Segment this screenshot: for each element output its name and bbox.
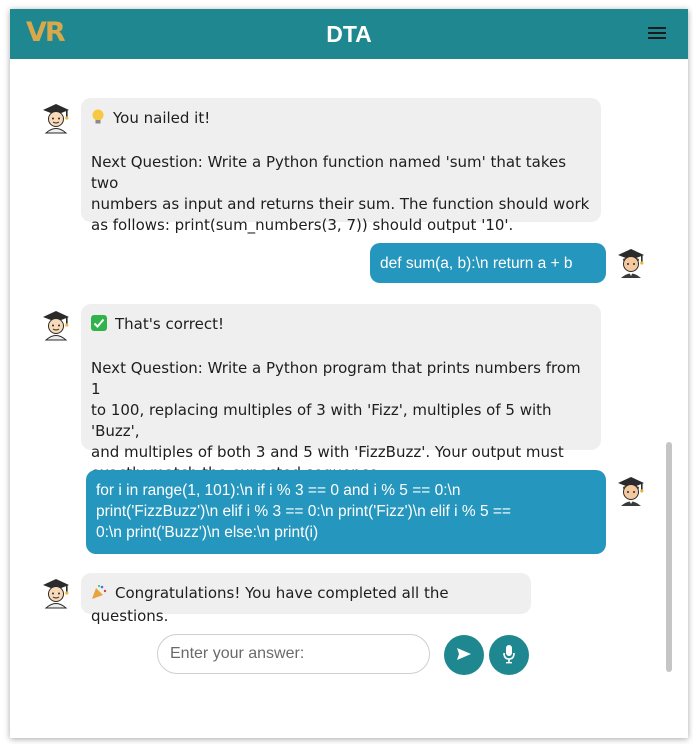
message-line: print('FizzBuzz')\n elif i % 3 == 0:\n p… — [96, 503, 511, 520]
bot-message: You nailed it! Next Question: Write a Py… — [81, 98, 601, 234]
check-mark-icon — [91, 315, 107, 337]
send-button[interactable] — [444, 635, 484, 675]
bot-message: That's correct! Next Question: Write a P… — [81, 304, 601, 482]
message-line: numbers as input and returns their sum. … — [91, 195, 590, 213]
message-line: as follows: print(sum_numbers(3, 7)) sho… — [91, 216, 514, 234]
microphone-icon — [502, 644, 516, 667]
app-window: VR DTA You nailed it! Next Question: Wri… — [10, 9, 688, 738]
user-avatar-icon — [617, 475, 645, 507]
message-line: 0:\n print('Buzz')\n else:\n print(i) — [96, 524, 319, 541]
status-text: Congratulations! You have completed all … — [91, 584, 449, 625]
message-line: for i in range(1, 101):\n if i % 3 == 0 … — [96, 482, 461, 499]
bot-avatar-icon — [42, 102, 70, 134]
message-line: and multiples of both 3 and 5 with 'Fizz… — [91, 443, 564, 461]
message-status: That's correct! — [91, 314, 591, 337]
message-line: Next Question: Write a Python function n… — [91, 153, 567, 192]
bot-avatar-icon — [42, 577, 70, 609]
bot-avatar-icon — [42, 309, 70, 341]
answer-input[interactable] — [157, 634, 430, 674]
user-message: def sum(a, b):\n return a + b — [370, 243, 606, 283]
message-status: Congratulations! You have completed all … — [91, 583, 521, 627]
message-line: Next Question: Write a Python program th… — [91, 359, 581, 398]
bot-message: Congratulations! You have completed all … — [81, 573, 531, 625]
page-title: DTA — [326, 21, 372, 47]
message-line: def sum(a, b):\n return a + b — [380, 255, 573, 272]
scrollbar-thumb[interactable] — [666, 442, 672, 672]
user-avatar-icon — [617, 247, 645, 279]
status-text: That's correct! — [115, 315, 224, 333]
hamburger-menu-icon[interactable] — [648, 27, 666, 41]
microphone-button[interactable] — [489, 635, 529, 675]
send-icon — [456, 647, 472, 664]
header-bar: VR DTA — [10, 9, 688, 59]
message-status: You nailed it! — [91, 108, 591, 131]
party-popper-icon — [91, 584, 107, 606]
lightbulb-icon — [91, 109, 105, 131]
user-message: for i in range(1, 101):\n if i % 3 == 0 … — [86, 470, 606, 554]
message-line: to 100, replacing multiples of 3 with 'F… — [91, 401, 552, 440]
status-text: You nailed it! — [113, 109, 211, 127]
